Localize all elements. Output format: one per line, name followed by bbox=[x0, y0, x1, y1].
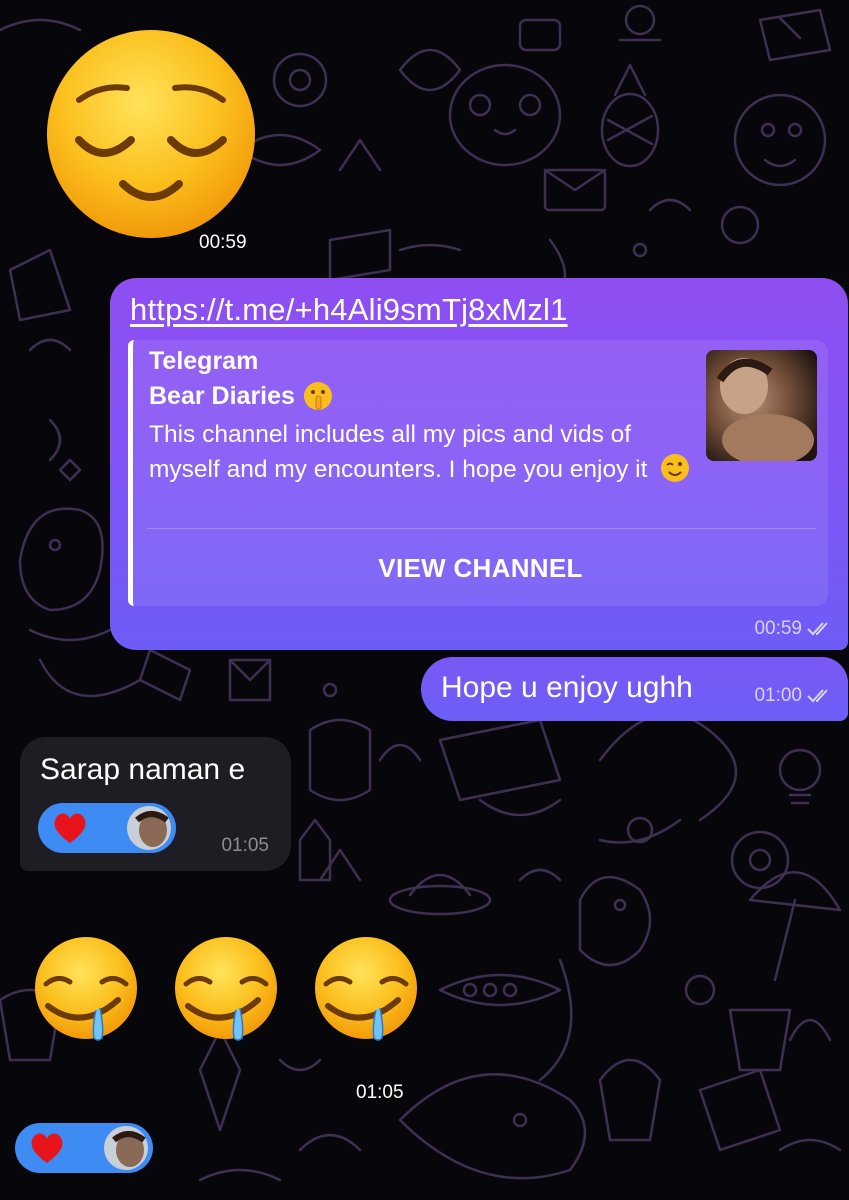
red-heart-icon bbox=[31, 1133, 63, 1163]
incoming-text-message[interactable]: Sarap naman e 01:05 bbox=[20, 737, 291, 871]
message-text: Hope u enjoy ughh bbox=[441, 671, 693, 704]
drooling-face-icon bbox=[175, 937, 277, 1041]
channel-photo-icon bbox=[706, 350, 817, 461]
preview-description-block: This channel includes all my pics and vi… bbox=[149, 417, 697, 487]
user-avatar bbox=[104, 1126, 148, 1170]
view-channel-button[interactable]: VIEW CHANNEL bbox=[133, 536, 828, 600]
relieved-face-icon bbox=[47, 30, 255, 238]
message-text: Sarap naman e bbox=[40, 753, 246, 786]
preview-description: This channel includes all my pics and vi… bbox=[149, 421, 648, 483]
message-time: 01:00 bbox=[754, 685, 802, 706]
message-meta: 01:00 bbox=[754, 685, 834, 707]
preview-title-row: Bear Diaries bbox=[149, 381, 333, 411]
drooling-face-icon bbox=[315, 937, 417, 1041]
double-check-icon bbox=[807, 622, 828, 636]
red-heart-icon bbox=[54, 813, 86, 843]
channel-thumbnail bbox=[706, 350, 817, 461]
message-meta: 00:59 bbox=[754, 618, 834, 640]
outgoing-text-message[interactable]: Hope u enjoy ughh 01:00 bbox=[421, 657, 848, 721]
preview-title: Bear Diaries bbox=[149, 381, 295, 410]
drooling-face-icon bbox=[35, 937, 137, 1041]
shushing-face-icon bbox=[303, 382, 332, 410]
outgoing-link-message[interactable]: https://t.me/+h4Ali9smTj8xMzl1 Telegram … bbox=[110, 278, 848, 650]
preview-site-name: Telegram bbox=[149, 347, 259, 375]
invite-link[interactable]: https://t.me/+h4Ali9smTj8xMzl1 bbox=[130, 292, 568, 328]
reaction-pill[interactable] bbox=[15, 1123, 153, 1173]
link-preview-card[interactable]: Telegram Bear Diaries This channel inclu… bbox=[128, 340, 828, 606]
message-time: 00:59 bbox=[754, 618, 802, 639]
double-check-icon bbox=[807, 689, 828, 703]
winking-face-icon bbox=[661, 454, 690, 482]
preview-divider bbox=[147, 528, 816, 529]
emoji-message-timestamp: 01:05 bbox=[356, 1082, 404, 1103]
user-avatar bbox=[127, 806, 171, 850]
sticker-timestamp: 00:59 bbox=[199, 232, 247, 253]
reaction-pill[interactable] bbox=[38, 803, 176, 853]
message-time: 01:05 bbox=[221, 835, 269, 856]
